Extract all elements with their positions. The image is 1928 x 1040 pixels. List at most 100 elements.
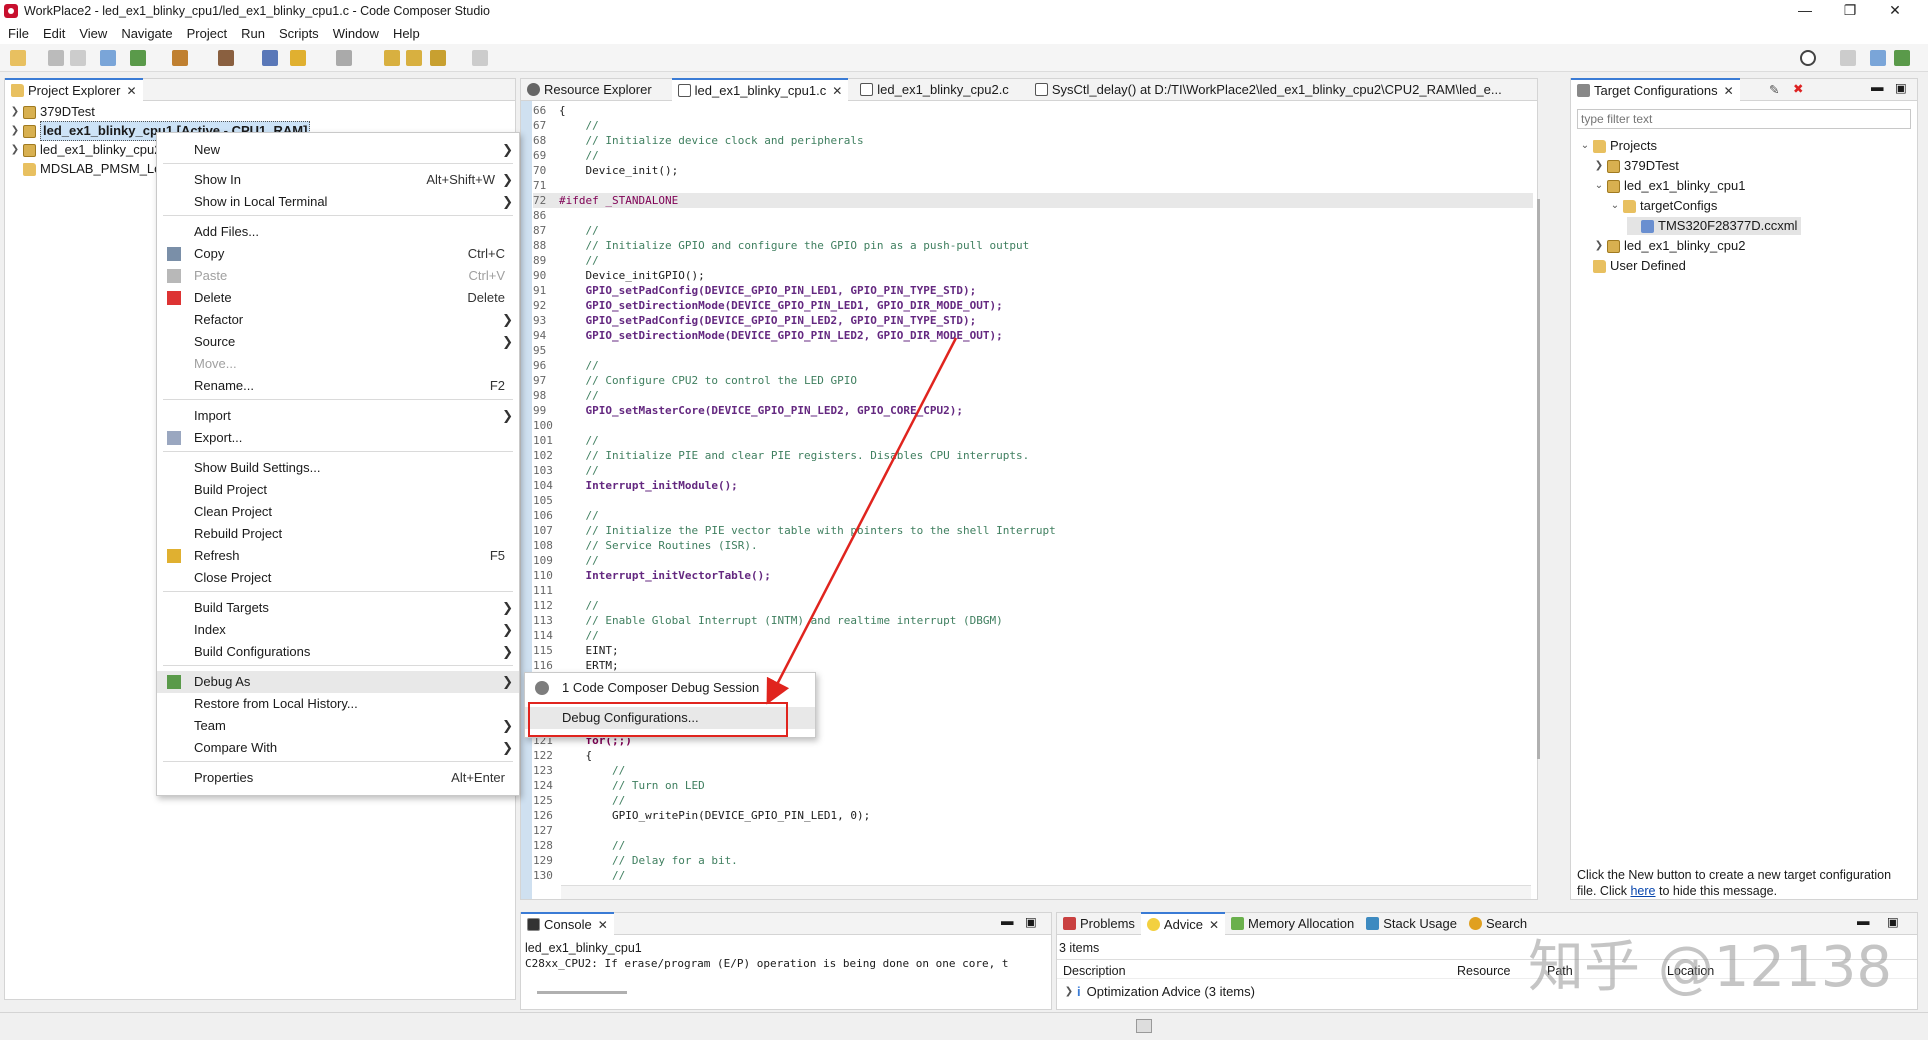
- menu-edit[interactable]: Edit: [43, 26, 65, 41]
- close-window-button[interactable]: ✕: [1880, 2, 1910, 19]
- debug-icon[interactable]: [130, 50, 146, 66]
- menu-item-copy[interactable]: Copy Ctrl+C: [157, 243, 519, 265]
- horizontal-scrollbar[interactable]: [561, 885, 1531, 899]
- search-icon[interactable]: [1800, 50, 1816, 66]
- menu-item-compare-with[interactable]: Compare With ❯: [157, 737, 519, 759]
- tree-item-led-ex1-blinky-cpu1[interactable]: ⌄ led_ex1_blinky_cpu1: [1593, 177, 1746, 195]
- search-tool-icon[interactable]: [262, 50, 278, 66]
- close-icon[interactable]: ✕: [126, 84, 136, 98]
- minimize-view-icon[interactable]: ▬: [1001, 914, 1014, 928]
- menu-item-show-in-local-terminal[interactable]: Show in Local Terminal ❯: [157, 191, 519, 213]
- console-scrollbar[interactable]: [537, 991, 627, 994]
- tree-item-ccxml[interactable]: TMS320F28377D.ccxml: [1627, 217, 1802, 235]
- debug-perspective-icon[interactable]: [1894, 50, 1910, 66]
- close-icon[interactable]: ✕: [598, 918, 608, 932]
- minimize-button[interactable]: —: [1790, 2, 1820, 18]
- tree-item-379dtest[interactable]: ❯ 379DTest: [9, 103, 95, 121]
- close-icon[interactable]: ✕: [832, 84, 842, 98]
- save-all-icon[interactable]: [70, 50, 86, 66]
- new-icon[interactable]: [10, 50, 26, 66]
- tab-problems[interactable]: Problems: [1057, 913, 1141, 935]
- menu-item-new[interactable]: New ❯: [157, 139, 519, 161]
- tab-memory-allocation[interactable]: Memory Allocation: [1225, 913, 1360, 935]
- vertical-scrollbar[interactable]: [1537, 199, 1540, 759]
- tab-project-explorer[interactable]: Project Explorer ✕: [5, 78, 143, 101]
- tab-cpu1-c[interactable]: led_ex1_blinky_cpu1.c ✕: [671, 78, 849, 101]
- tree-item-mdslab-pmsm[interactable]: MDSLAB_PMSM_Lo: [9, 160, 161, 178]
- save-icon[interactable]: [48, 50, 64, 66]
- close-icon[interactable]: ✕: [1724, 84, 1734, 98]
- chevron-down-icon[interactable]: ⌄: [1609, 197, 1621, 215]
- menu-item-index[interactable]: Index ❯: [157, 619, 519, 641]
- menu-item-close-project[interactable]: Close Project: [157, 567, 519, 589]
- tab-resource-explorer[interactable]: Resource Explorer: [521, 79, 658, 101]
- menu-item-rebuild-project[interactable]: Rebuild Project: [157, 523, 519, 545]
- status-icon[interactable]: [1136, 1019, 1152, 1033]
- tab-cpu2-c[interactable]: led_ex1_blinky_cpu2.c: [854, 79, 1015, 101]
- edit-perspective-icon[interactable]: [1870, 50, 1886, 66]
- minimize-view-icon[interactable]: ▬: [1871, 80, 1884, 94]
- tree-item-projects[interactable]: ⌄ Projects: [1579, 137, 1657, 155]
- tab-search[interactable]: Search: [1463, 913, 1533, 935]
- chevron-down-icon[interactable]: ⌄: [1579, 137, 1591, 155]
- chevron-down-icon[interactable]: ⌄: [1593, 177, 1605, 195]
- menu-item-build-targets[interactable]: Build Targets ❯: [157, 597, 519, 619]
- maximize-view-icon[interactable]: ▣: [1895, 80, 1907, 95]
- menu-item-refresh[interactable]: Refresh F5: [157, 545, 519, 567]
- pencil-icon[interactable]: [290, 50, 306, 66]
- build-icon[interactable]: [172, 50, 188, 66]
- menu-view[interactable]: View: [79, 26, 107, 41]
- tab-advice[interactable]: Advice ✕: [1140, 912, 1226, 935]
- maximize-view-icon[interactable]: ▣: [1025, 914, 1037, 929]
- chevron-right-icon[interactable]: ❯: [9, 103, 21, 121]
- close-icon[interactable]: ✕: [1209, 918, 1219, 932]
- col-description[interactable]: Description: [1063, 964, 1126, 978]
- menu-item-properties[interactable]: Properties Alt+Enter: [157, 767, 519, 789]
- menu-navigate[interactable]: Navigate: [121, 26, 172, 41]
- tab-sysctl-delay[interactable]: SysCtl_delay() at D:/TI\WorkPlace2\led_e…: [1029, 79, 1508, 101]
- back-icon[interactable]: [384, 50, 400, 66]
- tree-item-user-defined[interactable]: User Defined: [1579, 257, 1686, 275]
- maximize-button[interactable]: ❐: [1835, 2, 1865, 19]
- menu-scripts[interactable]: Scripts: [279, 26, 319, 41]
- toggle-icon[interactable]: [336, 50, 352, 66]
- tab-stack-usage[interactable]: Stack Usage: [1360, 913, 1463, 935]
- menu-item-debug-as[interactable]: Debug As ❯: [157, 671, 519, 693]
- chevron-down-icon[interactable]: ❯: [9, 122, 21, 140]
- chevron-right-icon[interactable]: ❯: [1063, 983, 1075, 1001]
- tab-console[interactable]: Console ✕: [521, 912, 614, 935]
- new-target-icon[interactable]: ✎: [1769, 82, 1779, 97]
- menu-item-source[interactable]: Source ❯: [157, 331, 519, 353]
- menu-item-build-configurations[interactable]: Build Configurations ❯: [157, 641, 519, 663]
- tree-item-379dtest[interactable]: ❯ 379DTest: [1593, 157, 1679, 175]
- delete-icon[interactable]: ✖: [1793, 81, 1803, 96]
- menu-item-refactor[interactable]: Refactor ❯: [157, 309, 519, 331]
- chevron-right-icon[interactable]: ❯: [9, 141, 21, 159]
- chevron-right-icon[interactable]: ❯: [1593, 237, 1605, 255]
- menu-project[interactable]: Project: [187, 26, 227, 41]
- nav-back-icon[interactable]: [430, 50, 446, 66]
- terminal-icon[interactable]: [100, 50, 116, 66]
- menu-item-clean-project[interactable]: Clean Project: [157, 501, 519, 523]
- menu-item-import[interactable]: Import ❯: [157, 405, 519, 427]
- forward-annotation-icon[interactable]: [406, 50, 422, 66]
- menu-window[interactable]: Window: [333, 26, 379, 41]
- tree-item-targetconfigs[interactable]: ⌄ targetConfigs: [1609, 197, 1718, 215]
- menu-item-add-files[interactable]: Add Files...: [157, 221, 519, 243]
- tree-item-led-ex1-blinky-cpu2[interactable]: ❯ led_ex1_blinky_cpu2: [1593, 237, 1746, 255]
- menu-item-rename[interactable]: Rename... F2: [157, 375, 519, 397]
- tree-item-led-ex1-blinky-cpu2[interactable]: ❯ led_ex1_blinky_cpu2: [9, 141, 162, 159]
- col-resource[interactable]: Resource: [1457, 964, 1511, 978]
- menu-help[interactable]: Help: [393, 26, 420, 41]
- open-perspective-icon[interactable]: [1840, 50, 1856, 66]
- menu-item-debug-session[interactable]: 1 Code Composer Debug Session: [525, 677, 815, 699]
- chevron-right-icon[interactable]: ❯: [1593, 157, 1605, 175]
- menu-run[interactable]: Run: [241, 26, 265, 41]
- menu-item-export[interactable]: Export...: [157, 427, 519, 449]
- filter-input[interactable]: [1577, 109, 1911, 129]
- tab-target-configurations[interactable]: Target Configurations ✕: [1571, 78, 1740, 101]
- hide-message-link[interactable]: here: [1630, 884, 1655, 898]
- menu-file[interactable]: File: [8, 26, 29, 41]
- nav-forward-icon[interactable]: [472, 50, 488, 66]
- menu-item-delete[interactable]: Delete Delete: [157, 287, 519, 309]
